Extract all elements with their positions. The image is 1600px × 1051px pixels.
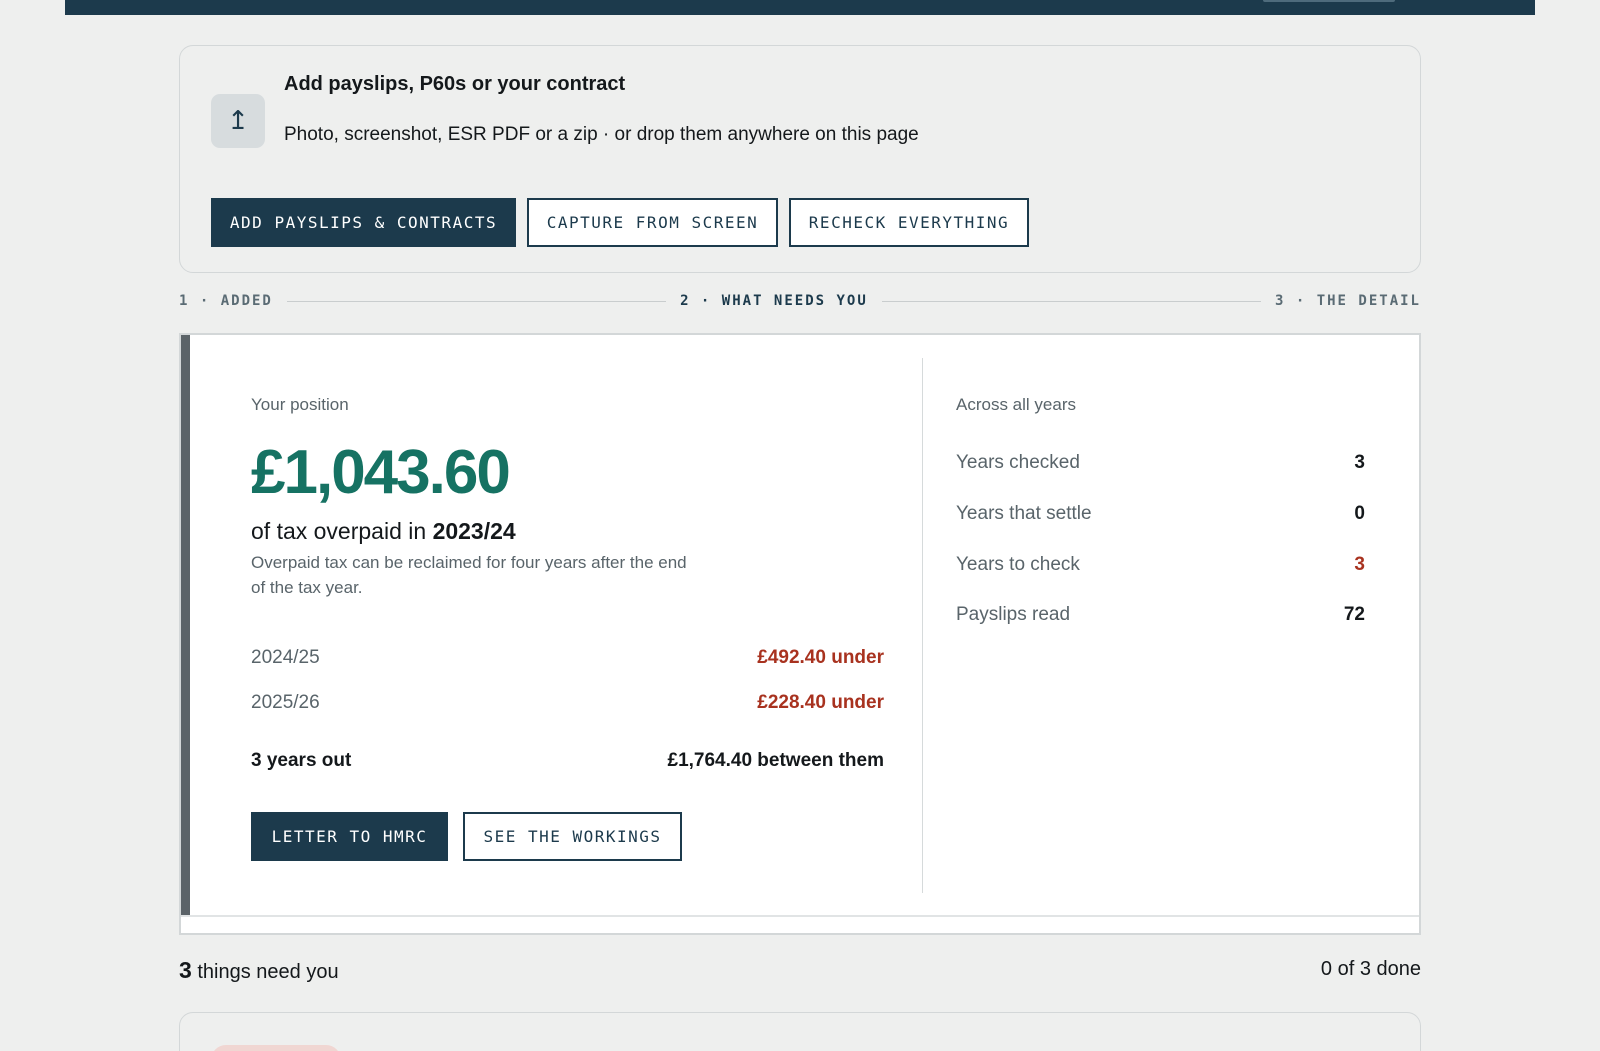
position-label: Your position bbox=[251, 395, 349, 414]
stat-row: Years to check 3 bbox=[956, 554, 1365, 576]
see-workings-button[interactable]: SEE THE WORKINGS bbox=[463, 812, 682, 861]
topbar-tab[interactable] bbox=[1263, 0, 1395, 2]
recheck-everything-button[interactable]: RECHECK EVERYTHING bbox=[789, 198, 1029, 247]
overpaid-description: of tax overpaid in 2023/24 bbox=[251, 518, 516, 545]
stat-value: 72 bbox=[1343, 604, 1365, 625]
tasks-count: 3 bbox=[179, 957, 192, 983]
stat-row: Payslips read 72 bbox=[956, 604, 1365, 626]
stat-value: 0 bbox=[1354, 503, 1365, 524]
upload-title: Add payslips, P60s or your contract bbox=[284, 73, 626, 95]
year-value: £492.40 under bbox=[757, 647, 884, 668]
year-row: 2025/26 £228.40 under bbox=[251, 692, 884, 714]
tasks-count-suffix: things need you bbox=[191, 961, 339, 983]
year-label: 2025/26 bbox=[251, 692, 320, 713]
step-what-needs-you[interactable]: 2 · WHAT NEEDS YOU bbox=[680, 293, 868, 309]
reclaim-note: Overpaid tax can be reclaimed for four y… bbox=[251, 553, 687, 597]
capture-from-screen-button[interactable]: CAPTURE FROM SCREEN bbox=[527, 198, 778, 247]
stat-value: 3 bbox=[1354, 452, 1365, 473]
position-card: Your position £1,043.60 of tax overpaid … bbox=[179, 333, 1421, 935]
task-card[interactable] bbox=[179, 1012, 1421, 1051]
step-connector bbox=[286, 300, 667, 302]
overpaid-prefix: of tax overpaid in bbox=[251, 518, 433, 544]
tasks-progress: 0 of 3 done bbox=[1320, 958, 1421, 980]
overpaid-year: 2023/24 bbox=[432, 518, 516, 544]
card-accent-bar bbox=[181, 335, 190, 917]
total-value: £1,764.40 between them bbox=[667, 750, 885, 771]
upload-subtitle: Photo, screenshot, ESR PDF or a zip · or… bbox=[284, 124, 919, 145]
year-row: 2024/25 £492.40 under bbox=[251, 647, 884, 669]
stat-label: Years checked bbox=[956, 452, 1080, 473]
stat-row: Years checked 3 bbox=[956, 452, 1365, 474]
summary-title: Across all years bbox=[956, 395, 1076, 414]
year-value: £228.40 under bbox=[757, 692, 884, 713]
overpaid-amount: £1,043.60 bbox=[251, 438, 511, 507]
stat-label: Years that settle bbox=[956, 503, 1092, 524]
add-payslips-button[interactable]: ADD PAYSLIPS & CONTRACTS bbox=[211, 198, 516, 247]
stat-label: Years to check bbox=[956, 554, 1080, 575]
step-connector bbox=[881, 300, 1261, 302]
upload-arrow-icon: ↥ bbox=[211, 94, 265, 148]
stat-label: Payslips read bbox=[956, 604, 1071, 625]
task-status-badge bbox=[211, 1045, 341, 1051]
stat-value: 3 bbox=[1354, 554, 1365, 575]
stat-row: Years that settle 0 bbox=[956, 503, 1365, 525]
upload-card[interactable]: ↥ Add payslips, P60s or your contract Ph… bbox=[179, 45, 1421, 273]
card-divider bbox=[181, 915, 1419, 917]
step-progress: 1 · ADDED 2 · WHAT NEEDS YOU 3 · THE DET… bbox=[179, 291, 1421, 311]
top-navigation-bar bbox=[65, 0, 1535, 15]
letter-to-hmrc-button[interactable]: LETTER TO HMRC bbox=[251, 812, 448, 861]
tasks-heading: 3 things need you bbox=[179, 957, 339, 984]
total-label: 3 years out bbox=[251, 750, 352, 771]
year-label: 2024/25 bbox=[251, 647, 320, 668]
total-row: 3 years out £1,764.40 between them bbox=[251, 750, 884, 772]
step-added[interactable]: 1 · ADDED bbox=[179, 293, 273, 309]
step-the-detail[interactable]: 3 · THE DETAIL bbox=[1275, 293, 1421, 309]
column-divider bbox=[922, 358, 923, 893]
